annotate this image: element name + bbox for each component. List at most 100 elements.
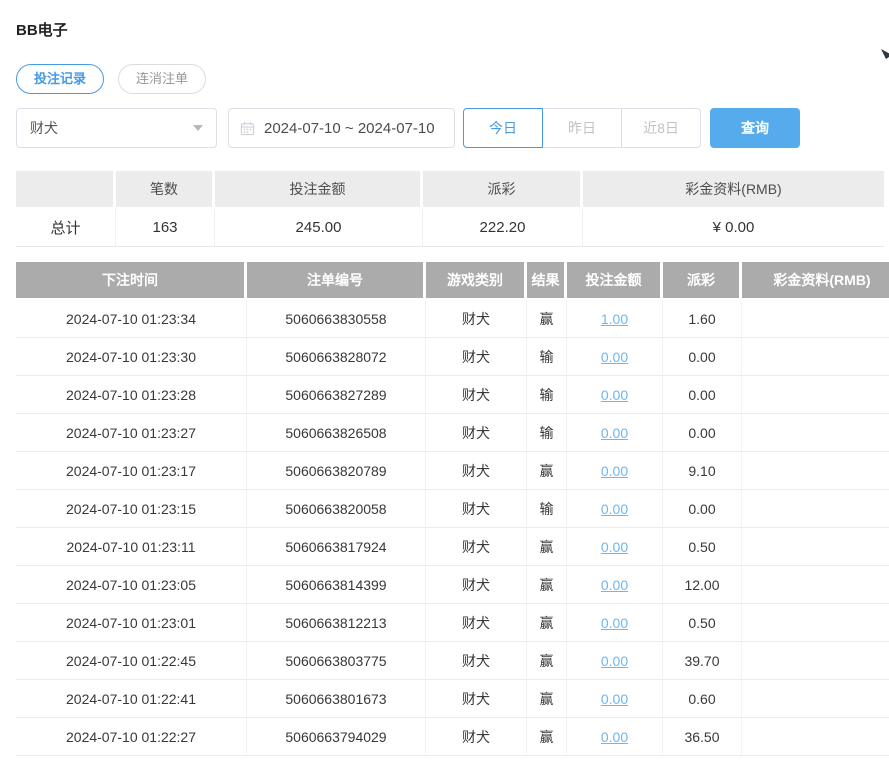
cell-game-type: 财犬 [426, 718, 527, 756]
cell-bet-amount: 0.00 [567, 718, 663, 756]
table-row: 2024-07-10 01:22:275060663794029财犬赢0.003… [16, 718, 889, 756]
cell-bet-time: 2024-07-10 01:23:05 [16, 566, 247, 604]
summary-col-bonus: 彩金资料(RMB) [583, 171, 884, 209]
table-row: 2024-07-10 01:23:015060663812213财犬赢0.000… [16, 604, 889, 642]
col-game-type: 游戏类别 [426, 262, 527, 300]
table-row: 2024-07-10 01:23:345060663830558财犬赢 1.00 1… [16, 300, 889, 338]
cell-order-number: 5060663803775 [247, 642, 426, 680]
bet-amount-link[interactable]: 0.00 [601, 577, 628, 593]
cell-game-type: 财犬 [426, 300, 527, 338]
bet-amount-link[interactable]: 0.00 [601, 653, 628, 669]
cell-bet-time: 2024-07-10 01:22:45 [16, 642, 247, 680]
bet-amount-link[interactable]: 0.00 [601, 349, 628, 365]
date-range-value: 2024-07-10 ~ 2024-07-10 [264, 120, 435, 137]
summary-header-row: 笔数 投注金额 派彩 彩金资料(RMB) [16, 171, 884, 209]
cell-order-number: 5060663828072 [247, 338, 426, 376]
summary-col-empty [16, 171, 116, 209]
page-title: BB电子 [16, 23, 889, 39]
cell-result: 赢 [527, 566, 567, 604]
cell-result: 赢 [527, 604, 567, 642]
cell-bonus [742, 528, 889, 566]
cell-bonus [742, 680, 889, 718]
cell-bonus [742, 642, 889, 680]
cell-result: 赢 [527, 528, 567, 566]
table-row: 2024-07-10 01:23:275060663826508财犬输0.000… [16, 414, 889, 452]
cell-bet-time: 2024-07-10 01:23:34 [16, 300, 247, 338]
cell-order-number: 5060663826508 [247, 414, 426, 452]
table-row: 2024-07-10 01:23:285060663827289财犬输0.000… [16, 376, 889, 414]
cell-bonus [742, 452, 889, 490]
cell-result: 赢 [527, 300, 567, 338]
cell-result: 输 [527, 490, 567, 528]
cell-game-type: 财犬 [426, 604, 527, 642]
quick-date-group: 今日昨日近8日 [463, 108, 701, 148]
bet-amount-link[interactable]: 0.00 [601, 539, 628, 555]
col-result: 结果 [527, 262, 567, 300]
cell-payout: 9.10 [663, 452, 742, 490]
cell-bet-time: 2024-07-10 01:23:17 [16, 452, 247, 490]
cell-payout: 0.50 [663, 604, 742, 642]
cell-bet-time: 2024-07-10 01:22:27 [16, 718, 247, 756]
cell-order-number: 5060663814399 [247, 566, 426, 604]
filter-bar: 财犬 2024-07-10 ~ 2024-07-10 今日昨日近8日 查询 [16, 108, 889, 148]
cell-payout: 0.60 [663, 680, 742, 718]
summary-table: 笔数 投注金额 派彩 彩金资料(RMB) 总计 163 245.00 222.2… [16, 171, 884, 247]
summary-total-row: 总计 163 245.00 222.20 ¥ 0.00 [16, 209, 884, 247]
col-bet-amount: 投注金额 [567, 262, 663, 300]
table-row: 2024-07-10 01:23:155060663820058财犬输0.000… [16, 490, 889, 528]
cell-payout: 1.60 [663, 300, 742, 338]
cell-order-number: 5060663830558 [247, 300, 426, 338]
cell-game-type: 财犬 [426, 528, 527, 566]
bet-amount-link[interactable]: 0.00 [601, 691, 628, 707]
cell-bet-time: 2024-07-10 01:23:01 [16, 604, 247, 642]
cell-bonus [742, 414, 889, 452]
table-row: 2024-07-10 01:22:455060663803775财犬赢0.003… [16, 642, 889, 680]
cell-result: 输 [527, 338, 567, 376]
bet-records-table: 下注时间 注单编号 游戏类别 结果 投注金额 派彩 彩金资料(RMB) 2024… [16, 262, 889, 756]
last-8-days-button[interactable]: 近8日 [621, 108, 701, 148]
bet-amount-link[interactable]: 0.00 [601, 463, 628, 479]
cell-bet-time: 2024-07-10 01:23:11 [16, 528, 247, 566]
summary-total-payout: 222.20 [423, 209, 583, 247]
today-button[interactable]: 今日 [463, 108, 543, 148]
cell-result: 赢 [527, 452, 567, 490]
search-button[interactable]: 查询 [710, 108, 800, 148]
cell-bonus [742, 718, 889, 756]
tab-cancelled-orders[interactable]: 连消注单 [118, 64, 206, 94]
table-row: 2024-07-10 01:23:055060663814399财犬赢0.001… [16, 566, 889, 604]
bet-amount-link[interactable]: 0.00 [601, 501, 628, 517]
cell-game-type: 财犬 [426, 338, 527, 376]
summary-total-label: 总计 [16, 209, 116, 247]
game-select[interactable]: 财犬 [16, 108, 217, 148]
date-range-input[interactable]: 2024-07-10 ~ 2024-07-10 [228, 108, 455, 148]
cell-game-type: 财犬 [426, 452, 527, 490]
bet-amount-link[interactable]: 1.00 [601, 311, 628, 327]
yesterday-button[interactable]: 昨日 [542, 108, 622, 148]
cell-result: 输 [527, 376, 567, 414]
cell-payout: 36.50 [663, 718, 742, 756]
cell-bet-time: 2024-07-10 01:23:27 [16, 414, 247, 452]
cell-game-type: 财犬 [426, 566, 527, 604]
summary-total-count: 163 [116, 209, 215, 247]
bet-table-header-row: 下注时间 注单编号 游戏类别 结果 投注金额 派彩 彩金资料(RMB) [16, 262, 889, 300]
cell-bet-amount: 0.00 [567, 338, 663, 376]
cell-result: 输 [527, 414, 567, 452]
bet-amount-link[interactable]: 0.00 [601, 729, 628, 745]
col-payout: 派彩 [663, 262, 742, 300]
cell-bet-amount: 0.00 [567, 680, 663, 718]
summary-col-bet-amount: 投注金额 [215, 171, 423, 209]
cell-bet-amount: 0.00 [567, 452, 663, 490]
tab-bet-records[interactable]: 投注记录 [16, 64, 104, 94]
bet-amount-link[interactable]: 0.00 [601, 425, 628, 441]
cell-bet-amount: 1.00 [567, 300, 663, 338]
bet-amount-link[interactable]: 0.00 [601, 615, 628, 631]
cell-bet-amount: 0.00 [567, 414, 663, 452]
bet-amount-link[interactable]: 0.00 [601, 387, 628, 403]
cell-bet-amount: 0.00 [567, 642, 663, 680]
cell-bonus [742, 376, 889, 414]
cell-result: 赢 [527, 680, 567, 718]
cell-bonus [742, 490, 889, 528]
mouse-cursor [881, 49, 889, 59]
cell-payout: 39.70 [663, 642, 742, 680]
cell-order-number: 5060663817924 [247, 528, 426, 566]
